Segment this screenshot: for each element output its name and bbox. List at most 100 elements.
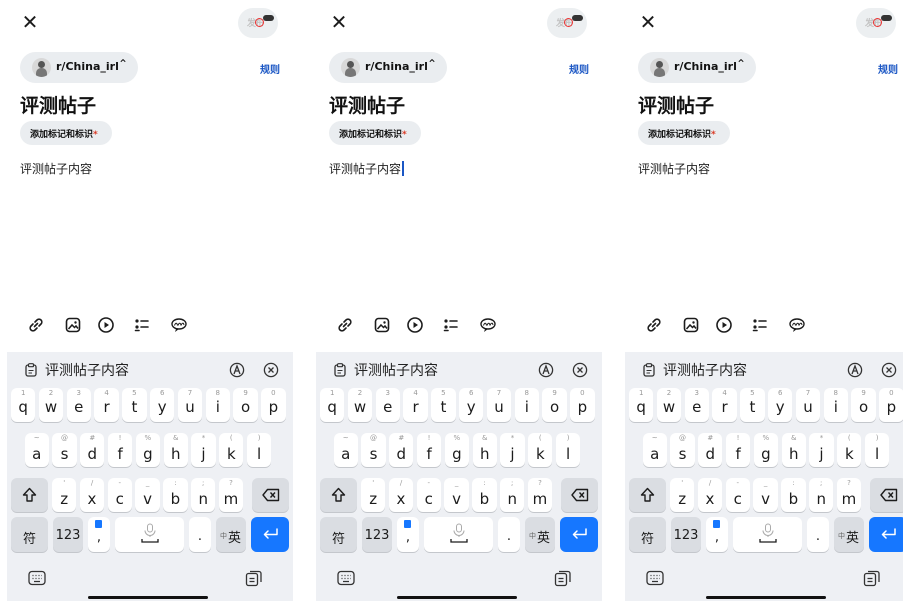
numbers-key[interactable]: 123: [671, 517, 701, 552]
key-x[interactable]: / x: [697, 478, 723, 512]
clipboard-suggestion[interactable]: 评测帖子内容: [663, 360, 747, 380]
close-icon[interactable]: ✕: [638, 12, 658, 32]
enter-key[interactable]: [869, 517, 903, 552]
backspace-key[interactable]: [870, 478, 903, 512]
home-indicator[interactable]: [88, 596, 208, 599]
rules-link[interactable]: 规则: [878, 61, 898, 76]
key-d[interactable]: # d: [698, 433, 723, 467]
video-icon[interactable]: [406, 316, 424, 334]
backspace-key[interactable]: [252, 478, 289, 512]
key-h[interactable]: & h: [163, 433, 188, 467]
key-w[interactable]: 2w: [347, 388, 373, 422]
key-m[interactable]: ? m: [527, 478, 553, 512]
link-icon[interactable]: [645, 316, 663, 334]
clipboard-nav-icon[interactable]: [245, 569, 263, 587]
home-indicator[interactable]: [706, 596, 826, 599]
dismiss-icon[interactable]: [263, 362, 279, 378]
key-d[interactable]: # d: [80, 433, 105, 467]
list-icon[interactable]: [133, 316, 151, 334]
post-title[interactable]: 评测帖子: [329, 91, 405, 118]
key-m[interactable]: ? m: [218, 478, 244, 512]
key-x[interactable]: / x: [79, 478, 105, 512]
language-key[interactable]: 中 英: [216, 517, 246, 552]
shift-key[interactable]: [320, 478, 357, 512]
list-icon[interactable]: [442, 316, 460, 334]
key-u[interactable]: 7u: [177, 388, 203, 422]
post-title[interactable]: 评测帖子: [20, 91, 96, 118]
add-tags-button[interactable]: 添加标记和标识*: [638, 121, 730, 145]
key-k[interactable]: (k: [837, 433, 862, 467]
key-o[interactable]: 9o: [851, 388, 876, 422]
enter-key[interactable]: [251, 517, 289, 552]
key-p[interactable]: 0p: [879, 388, 903, 422]
community-selector[interactable]: r/China_irl ⌃: [638, 52, 756, 83]
key-c[interactable]: -c: [725, 478, 750, 512]
key-d[interactable]: # d: [389, 433, 414, 467]
shift-key[interactable]: [11, 478, 48, 512]
key-y[interactable]: 6y: [768, 388, 793, 422]
key-k[interactable]: (k: [219, 433, 244, 467]
key-s[interactable]: @ s: [670, 433, 695, 467]
post-button[interactable]: 发布: [856, 8, 896, 38]
key-j[interactable]: * j: [809, 433, 834, 467]
key-g[interactable]: % g: [444, 433, 470, 467]
key-u[interactable]: 7u: [795, 388, 821, 422]
key-x[interactable]: / x: [388, 478, 414, 512]
key-w[interactable]: 2w: [38, 388, 64, 422]
period-key[interactable]: .: [498, 517, 520, 552]
post-button[interactable]: 发布: [238, 8, 278, 38]
key-i[interactable]: 8i: [823, 388, 848, 422]
video-icon[interactable]: [715, 316, 733, 334]
key-o[interactable]: 9o: [542, 388, 567, 422]
key-l[interactable]: ) l: [864, 433, 890, 467]
key-l[interactable]: ) l: [555, 433, 581, 467]
key-n[interactable]: ; n: [809, 478, 834, 512]
space-key[interactable]: [424, 517, 493, 552]
key-m[interactable]: ? m: [836, 478, 862, 512]
key-s[interactable]: @ s: [52, 433, 77, 467]
add-tags-button[interactable]: 添加标记和标识*: [20, 121, 112, 145]
symbols-key[interactable]: 符: [11, 517, 48, 552]
community-selector[interactable]: r/China_irl ⌃: [20, 52, 138, 83]
shift-key[interactable]: [629, 478, 666, 512]
key-t[interactable]: 5t: [122, 388, 147, 422]
key-u[interactable]: 7u: [486, 388, 512, 422]
enter-key[interactable]: [560, 517, 598, 552]
link-icon[interactable]: [27, 316, 45, 334]
key-a[interactable]: ~ a: [642, 433, 667, 467]
key-v[interactable]: _ v: [135, 478, 160, 512]
home-indicator[interactable]: [397, 596, 517, 599]
key-c[interactable]: -c: [107, 478, 132, 512]
keyboard-icon[interactable]: [646, 570, 664, 586]
key-p[interactable]: 0p: [570, 388, 595, 422]
key-i[interactable]: 8i: [205, 388, 230, 422]
close-icon[interactable]: ✕: [20, 12, 40, 32]
dismiss-icon[interactable]: [881, 362, 897, 378]
space-key[interactable]: [115, 517, 184, 552]
numbers-key[interactable]: 123: [362, 517, 392, 552]
key-y[interactable]: 6y: [459, 388, 484, 422]
image-icon[interactable]: [373, 316, 391, 334]
clipboard-icon[interactable]: [334, 363, 346, 377]
ama-icon[interactable]: [788, 316, 806, 334]
language-key[interactable]: 中 英: [834, 517, 864, 552]
symbols-key[interactable]: 符: [629, 517, 666, 552]
comma-key[interactable]: ,: [397, 517, 419, 552]
key-q[interactable]: 1q: [320, 388, 345, 422]
key-z[interactable]: ' z: [52, 478, 77, 512]
space-key[interactable]: [733, 517, 802, 552]
key-g[interactable]: % g: [753, 433, 779, 467]
handwriting-icon[interactable]: [538, 362, 554, 378]
key-j[interactable]: * j: [191, 433, 216, 467]
period-key[interactable]: .: [189, 517, 211, 552]
community-selector[interactable]: r/China_irl ⌃: [329, 52, 447, 83]
handwriting-icon[interactable]: [229, 362, 245, 378]
post-title[interactable]: 评测帖子: [638, 91, 714, 118]
key-b[interactable]: :b: [163, 478, 188, 512]
key-c[interactable]: -c: [416, 478, 441, 512]
rules-link[interactable]: 规则: [569, 61, 589, 76]
rules-link[interactable]: 规则: [260, 61, 280, 76]
key-o[interactable]: 9o: [233, 388, 258, 422]
link-icon[interactable]: [336, 316, 354, 334]
key-b[interactable]: :b: [781, 478, 806, 512]
